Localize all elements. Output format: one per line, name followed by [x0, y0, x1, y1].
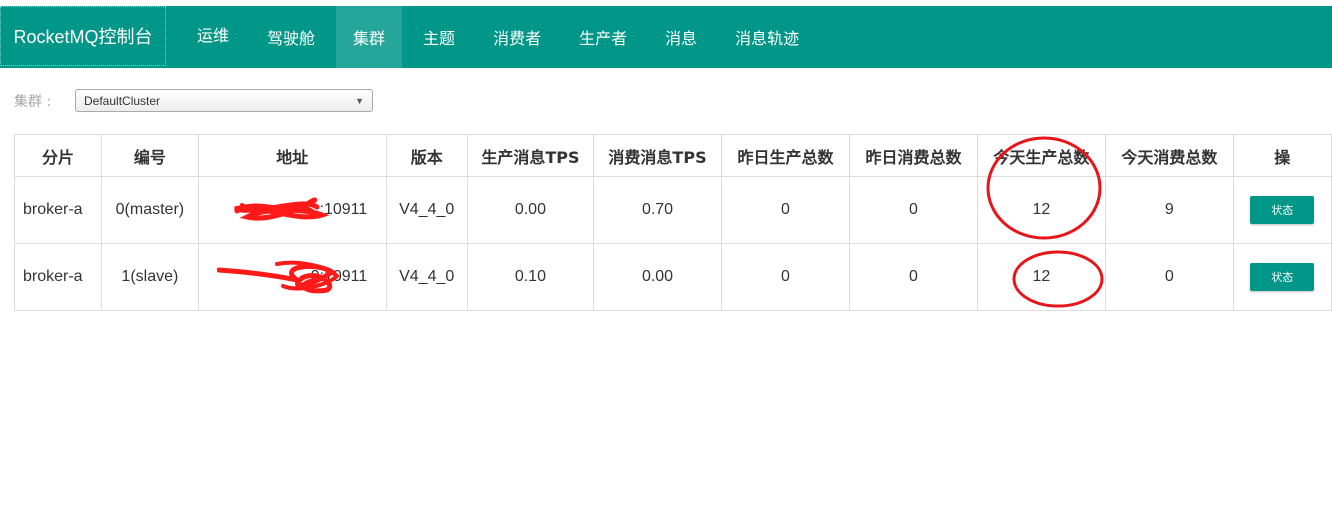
cell-yesterday-produce: 0: [720, 176, 851, 244]
col-header-today-produce: 今天生产总数: [976, 134, 1107, 177]
table-row: broker-a 0(master) :10911 V4_4_0 0.00 0.…: [13, 176, 1332, 244]
status-button[interactable]: 状态: [1250, 263, 1315, 291]
col-header-produce-tps: 生产消息TPS: [466, 134, 595, 177]
cell-consume-tps: 0.00: [593, 243, 722, 311]
col-header-yesterday-consume: 昨日消费总数: [849, 134, 978, 177]
nav-item-message-trace[interactable]: 消息轨迹: [718, 6, 816, 68]
col-header-shard: 分片: [13, 134, 103, 177]
cluster-select[interactable]: DefaultCluster ▼: [75, 89, 373, 112]
cell-today-consume: 0: [1105, 243, 1234, 311]
cluster-filter: 集群 : DefaultCluster ▼: [14, 89, 373, 112]
nav-item-ops[interactable]: 运维: [180, 0, 246, 68]
cluster-filter-label: 集群 :: [14, 93, 52, 110]
col-header-action: 操: [1232, 134, 1332, 177]
broker-table: 分片 编号 地址 版本 生产消息TPS 消费消息TPS 昨日生产总数 昨日消费总…: [13, 134, 1332, 311]
cell-today-produce: 12: [976, 243, 1107, 311]
nav-item-message[interactable]: 消息: [648, 6, 714, 68]
chevron-down-icon: ▼: [355, 95, 364, 106]
address-value: :10911: [319, 201, 368, 218]
col-header-yesterday-produce: 昨日生产总数: [720, 134, 851, 177]
nav-item-consumer[interactable]: 消费者: [476, 6, 558, 68]
nav-item-dashboard[interactable]: 驾驶舱: [250, 6, 332, 68]
cell-produce-tps: 0.10: [466, 243, 595, 311]
cell-today-consume: 9: [1105, 176, 1234, 244]
cell-consume-tps: 0.70: [593, 176, 722, 244]
col-header-today-consume: 今天消费总数: [1105, 134, 1234, 177]
address-value: 0:10911: [310, 268, 368, 285]
nav-item-topic[interactable]: 主题: [406, 6, 472, 68]
nav-item-producer[interactable]: 生产者: [562, 6, 644, 68]
nav-menu: 运维 驾驶舱 集群 主题 消费者 生产者 消息 消息轨迹: [180, 6, 820, 68]
cell-id: 0(master): [101, 176, 199, 244]
cell-yesterday-produce: 0: [720, 243, 851, 311]
cell-address: :10911: [197, 176, 387, 244]
cell-address: 0:10911: [197, 243, 387, 311]
table-header-row: 分片 编号 地址 版本 生产消息TPS 消费消息TPS 昨日生产总数 昨日消费总…: [13, 134, 1332, 177]
cell-action: 状态: [1232, 243, 1332, 311]
cell-action: 状态: [1232, 176, 1332, 244]
cell-shard: broker-a: [13, 176, 103, 244]
brand-logo[interactable]: RocketMQ控制台: [0, 6, 166, 66]
cell-produce-tps: 0.00: [466, 176, 595, 244]
col-header-consume-tps: 消费消息TPS: [593, 134, 722, 177]
cell-yesterday-consume: 0: [849, 176, 978, 244]
status-button[interactable]: 状态: [1250, 196, 1315, 224]
navbar: RocketMQ控制台 运维 驾驶舱 集群 主题 消费者 生产者 消息 消息轨迹: [0, 6, 1332, 68]
cell-yesterday-consume: 0: [849, 243, 978, 311]
col-header-version: 版本: [385, 134, 468, 177]
cell-version: V4_4_0: [385, 243, 468, 311]
nav-item-cluster[interactable]: 集群: [336, 6, 403, 68]
cell-shard: broker-a: [13, 243, 103, 311]
cell-version: V4_4_0: [385, 176, 468, 244]
col-header-address: 地址: [197, 134, 387, 177]
col-header-id: 编号: [101, 134, 199, 177]
cell-id: 1(slave): [101, 243, 199, 311]
cluster-select-value: DefaultCluster: [84, 93, 161, 108]
table-row: broker-a 1(slave) 0:10911 V4_4_0 0.10 0.…: [13, 243, 1332, 311]
cell-today-produce: 12: [976, 176, 1107, 244]
